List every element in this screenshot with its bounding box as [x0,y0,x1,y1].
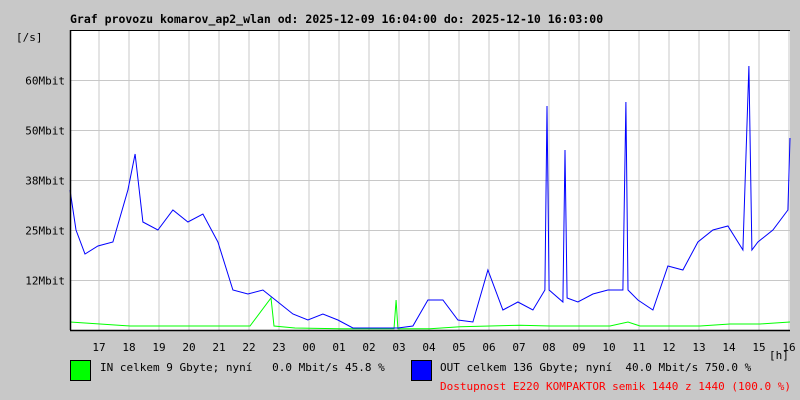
x-tick-label: 13 [692,341,705,354]
x-tick-label: 17 [92,341,105,354]
x-tick-label: 01 [332,341,345,354]
x-tick-label: 03 [392,341,405,354]
x-tick-label: 14 [722,341,736,354]
x-tick-label: 08 [542,341,555,354]
x-tick-label: 02 [362,341,375,354]
x-tick-label: 04 [422,341,436,354]
x-tick-label: 22 [242,341,255,354]
y-tick-label: 50Mbit [25,125,65,138]
y-tick-label: 25Mbit [25,225,65,238]
y-tick-label: 12Mbit [25,275,65,288]
x-tick-label: 23 [272,341,285,354]
x-tick-label: 20 [182,341,195,354]
legend-out-text: OUT celkem 136 Gbyte; nyní 40.0 Mbit/s 7… [440,361,752,374]
y-tick-label: 38Mbit [25,175,65,188]
x-axis-unit: [h] [769,349,789,362]
x-tick-label: 07 [512,341,525,354]
traffic-graph: Graf provozu komarov_ap2_wlan od: 2025-1… [0,0,800,400]
x-tick-label: 10 [602,341,615,354]
x-tick-label: 12 [662,341,675,354]
x-tick-label: 11 [632,341,645,354]
x-tick-label: 06 [482,341,495,354]
x-tick-label: 19 [152,341,165,354]
y-tick-label: 60Mbit [25,75,65,88]
legend-out-swatch [411,360,432,381]
x-tick-label: 21 [212,341,225,354]
plot-area: 17 18 19 20 21 22 23 00 01 02 03 04 05 06 07 08 09 10 11 12… [25,30,796,354]
availability-text: Dostupnost E220 KOMPAKTOR semik 1440 z 1… [440,380,791,393]
x-tick-label: 05 [452,341,465,354]
x-tick-label: 00 [302,341,315,354]
x-tick-label: 18 [122,341,135,354]
legend-in-swatch [70,360,91,381]
legend-in-text: IN celkem 9 Gbyte; nyní 0.0 Mbit/s 45.8 … [100,361,385,374]
x-tick-label: 09 [572,341,585,354]
x-tick-label: 15 [752,341,765,354]
